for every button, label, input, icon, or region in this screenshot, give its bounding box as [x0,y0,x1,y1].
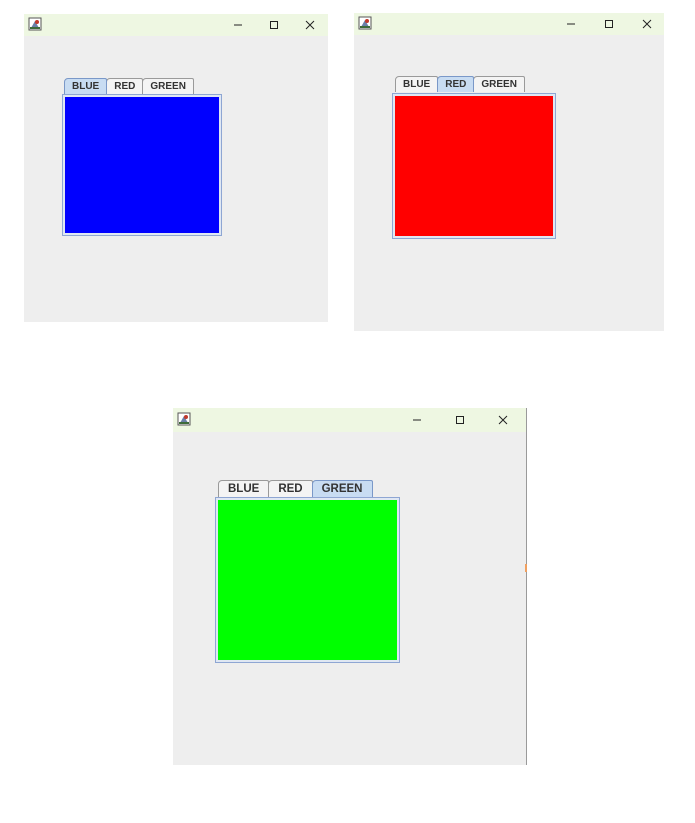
minimize-icon [234,24,242,26]
window-green: BLUE RED GREEN [173,408,527,765]
maximize-icon [456,416,464,424]
close-button[interactable] [294,15,326,35]
tab-blue[interactable]: BLUE [395,76,439,92]
maximize-icon [605,20,613,28]
tab-blue[interactable]: BLUE [218,480,270,497]
minimize-button[interactable] [222,15,254,35]
tab-red[interactable]: RED [106,78,144,94]
minimize-button[interactable] [555,14,587,34]
tab-green[interactable]: GREEN [473,76,525,92]
green-color-panel [218,500,397,660]
maximize-button[interactable] [258,15,290,35]
window-red: BLUE RED GREEN [354,13,664,331]
java-app-icon [177,412,191,426]
minimize-icon [413,419,421,421]
tab-content-frame [392,93,556,239]
title-bar[interactable] [24,14,328,36]
tab-content-frame [215,497,400,663]
close-icon [305,20,315,30]
tab-content-frame [62,94,222,236]
resize-edge-mark [525,564,527,572]
window-blue: BLUE RED GREEN [24,14,328,322]
minimize-button[interactable] [401,410,433,430]
maximize-button[interactable] [593,14,625,34]
java-app-icon [358,16,372,30]
tab-strip: BLUE RED GREEN [64,78,194,94]
maximize-button[interactable] [444,410,476,430]
tab-green[interactable]: GREEN [311,480,373,497]
tab-blue[interactable]: BLUE [64,78,108,94]
tab-green[interactable]: GREEN [142,78,194,94]
close-icon [642,19,652,29]
red-color-panel [395,96,553,236]
tab-strip: BLUE RED GREEN [395,76,525,92]
title-bar[interactable] [354,13,664,35]
java-app-icon [28,17,42,31]
tab-red[interactable]: RED [268,480,313,497]
tab-red[interactable]: RED [437,76,475,92]
minimize-icon [567,23,575,25]
title-bar[interactable] [173,408,526,432]
close-button[interactable] [487,410,519,430]
tab-strip: BLUE RED GREEN [218,480,373,497]
maximize-icon [270,21,278,29]
blue-color-panel [65,97,219,233]
close-icon [498,415,508,425]
close-button[interactable] [631,14,663,34]
